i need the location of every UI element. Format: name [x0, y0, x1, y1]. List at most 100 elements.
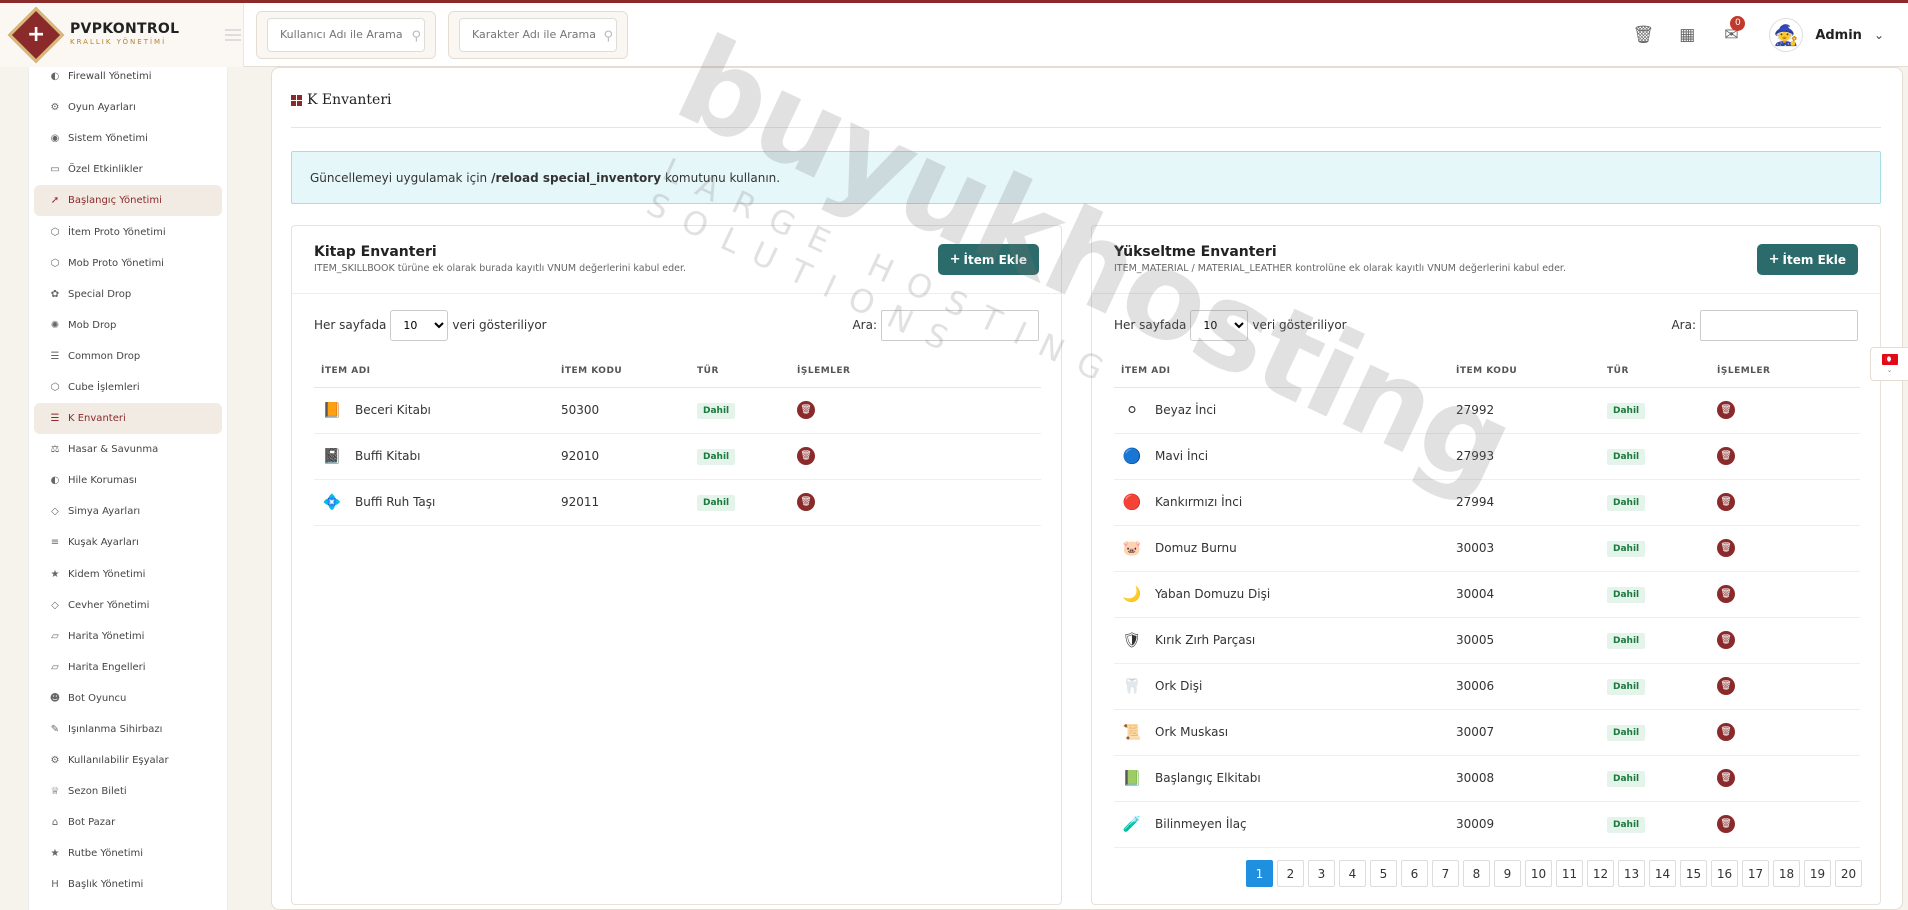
add-item-button[interactable]: + İtem Ekle	[1756, 244, 1858, 275]
brand[interactable]: + PVPKONTROL KRALLIK YÖNETİMİ	[0, 2, 244, 67]
page-button[interactable]: 12	[1587, 860, 1614, 887]
col-item-code[interactable]: İTEM KODU	[1449, 356, 1600, 388]
page-button[interactable]: 7	[1432, 860, 1459, 887]
sidebar-item[interactable]: ⬡ Mob Proto Yönetimi	[34, 248, 222, 279]
character-search-input[interactable]	[459, 17, 617, 52]
delete-icon[interactable]: 🗑	[1717, 815, 1735, 833]
page-button[interactable]: 9	[1494, 860, 1521, 887]
page-button[interactable]: 8	[1463, 860, 1490, 887]
sidebar-item[interactable]: ✺ Mob Drop	[34, 310, 222, 341]
status-badge: Dahil	[1607, 494, 1646, 511]
page-button[interactable]: 3	[1308, 860, 1335, 887]
sidebar-item[interactable]: ◐ Hile Koruması	[34, 465, 222, 496]
delete-icon[interactable]: 🗑	[1717, 585, 1735, 603]
sidebar-item[interactable]: ▱ Harita Engelleri	[34, 652, 222, 683]
col-item-name[interactable]: İTEM ADI	[314, 356, 554, 388]
sidebar-item[interactable]: ⬡ İtem Proto Yönetimi	[34, 216, 222, 247]
admin-name[interactable]: Admin	[1815, 28, 1862, 43]
per-page-select[interactable]: 10	[1190, 309, 1249, 341]
sidebar-item[interactable]: ⬡ Cube İşlemleri	[34, 372, 222, 403]
language-selector[interactable]: ⌄	[1870, 347, 1908, 381]
sidebar-item[interactable]: ▱ Harita Yönetimi	[34, 621, 222, 652]
mail-icon[interactable]: ✉ 0	[1709, 16, 1753, 45]
sidebar-item[interactable]: ◇ Simya Ayarları	[34, 496, 222, 527]
sidebar-item[interactable]: ≡ Kuşak Ayarları	[34, 527, 222, 558]
turkey-flag-icon	[1881, 354, 1898, 365]
page-button[interactable]: 5	[1370, 860, 1397, 887]
page-button[interactable]: 20	[1835, 860, 1862, 887]
delete-icon[interactable]: 🗑	[797, 447, 815, 465]
col-item-name[interactable]: İTEM ADI	[1114, 356, 1449, 388]
sidebar-item-icon: ◇	[51, 506, 59, 518]
sidebar-item[interactable]: ⚙ Kullanılabilir Eşyalar	[34, 745, 222, 776]
page-button[interactable]: 14	[1649, 860, 1676, 887]
table-search-input[interactable]	[1700, 309, 1858, 341]
status-badge: Dahil	[1607, 678, 1646, 695]
table-search-input[interactable]	[881, 309, 1039, 341]
delete-icon[interactable]: 🗑	[1717, 677, 1735, 695]
user-search-input[interactable]	[267, 17, 425, 52]
sidebar-item-icon: ☰	[50, 350, 60, 362]
page-button[interactable]: 18	[1773, 860, 1800, 887]
calendar-icon[interactable]: ▦	[1665, 25, 1709, 45]
sidebar-item[interactable]: ☻ Bot Oyuncu	[34, 683, 222, 714]
sidebar-item[interactable]: ☰ K Envanteri	[34, 403, 222, 435]
page-button[interactable]: 6	[1401, 860, 1428, 887]
page-button[interactable]: 19	[1804, 860, 1831, 887]
sidebar-item[interactable]: ★ Rutbe Yönetimi	[34, 838, 222, 869]
sidebar-item[interactable]: ◉ Sistem Yönetimi	[34, 123, 222, 154]
delete-icon[interactable]: 🗑	[1717, 539, 1735, 557]
delete-icon[interactable]: 🗑	[1717, 401, 1735, 419]
page-button[interactable]: 2	[1277, 860, 1304, 887]
delete-icon[interactable]: 🗑	[797, 493, 815, 511]
item-type-cell: Dahil	[1600, 755, 1710, 802]
sidebar-item[interactable]: ★ Kidem Yönetimi	[34, 559, 222, 590]
sidebar-item[interactable]: ♕ Sezon Bileti	[34, 776, 222, 807]
sidebar-item[interactable]: H Başlık Yönetimi	[34, 869, 222, 900]
page-button[interactable]: 4	[1339, 860, 1366, 887]
delete-icon[interactable]: 🗑	[1717, 447, 1735, 465]
item-name: Beyaz İnci	[1155, 403, 1217, 417]
sidebar-item[interactable]: ⚖ Hasar & Savunma	[34, 434, 222, 465]
per-page-select[interactable]: 10	[390, 309, 449, 341]
sidebar-item-label: İtem Proto Yönetimi	[68, 226, 166, 238]
delete-icon[interactable]: 🗑	[1717, 769, 1735, 787]
sidebar-item[interactable]: ✿ Special Drop	[34, 279, 222, 310]
delete-icon[interactable]: 🗑	[797, 401, 815, 419]
sidebar-item[interactable]: ✎ Işınlanma Sihirbazı	[34, 714, 222, 745]
delete-icon[interactable]: 🗑	[1717, 631, 1735, 649]
search-icon[interactable]: ⚲	[603, 29, 613, 44]
col-type[interactable]: TÜR	[1600, 356, 1710, 388]
sidebar-item-icon: ▱	[51, 661, 59, 673]
page-button[interactable]: 10	[1525, 860, 1552, 887]
page-button[interactable]: 16	[1711, 860, 1738, 887]
col-type[interactable]: TÜR	[690, 356, 790, 388]
sidebar-item[interactable]: ➚ Başlangıç Yönetimi	[34, 185, 222, 217]
sidebar-item[interactable]: ⚙ Oyun Ayarları	[34, 92, 222, 123]
search-icon[interactable]: ⚲	[411, 29, 421, 44]
avatar[interactable]: 🧙	[1769, 18, 1804, 52]
page-button[interactable]: 11	[1556, 860, 1583, 887]
sidebar-item[interactable]: ▭ Özel Etkinlikler	[34, 154, 222, 185]
item-code: 92011	[554, 479, 690, 526]
trash-icon[interactable]: 🗑	[1621, 25, 1665, 45]
chevron-down-icon[interactable]: ⌄	[1874, 28, 1884, 42]
item-name-cell: 🐷 Domuz Burnu	[1114, 525, 1449, 572]
page-button[interactable]: 13	[1618, 860, 1645, 887]
delete-icon[interactable]: 🗑	[1717, 723, 1735, 741]
sidebar-item-label: Harita Engelleri	[68, 661, 146, 673]
sidebar-item-label: Işınlanma Sihirbazı	[68, 724, 163, 736]
sidebar-item-icon: H	[51, 879, 59, 891]
page-button[interactable]: 17	[1742, 860, 1769, 887]
menu-toggle-icon[interactable]	[225, 28, 242, 41]
col-item-code[interactable]: İTEM KODU	[554, 356, 690, 388]
sidebar-item[interactable]: ◇ Cevher Yönetimi	[34, 590, 222, 621]
item-type-cell: Dahil	[1600, 387, 1710, 434]
sidebar-item[interactable]: ☰ Common Drop	[34, 341, 222, 372]
page-button[interactable]: 1	[1246, 860, 1273, 887]
delete-icon[interactable]: 🗑	[1717, 493, 1735, 511]
add-item-button[interactable]: + İtem Ekle	[937, 244, 1039, 275]
sidebar-item[interactable]: ⌂ Bot Pazar	[34, 807, 222, 838]
page-button[interactable]: 15	[1680, 860, 1707, 887]
sidebar-item[interactable]: ◐ Firewall Yönetimi	[34, 67, 222, 92]
